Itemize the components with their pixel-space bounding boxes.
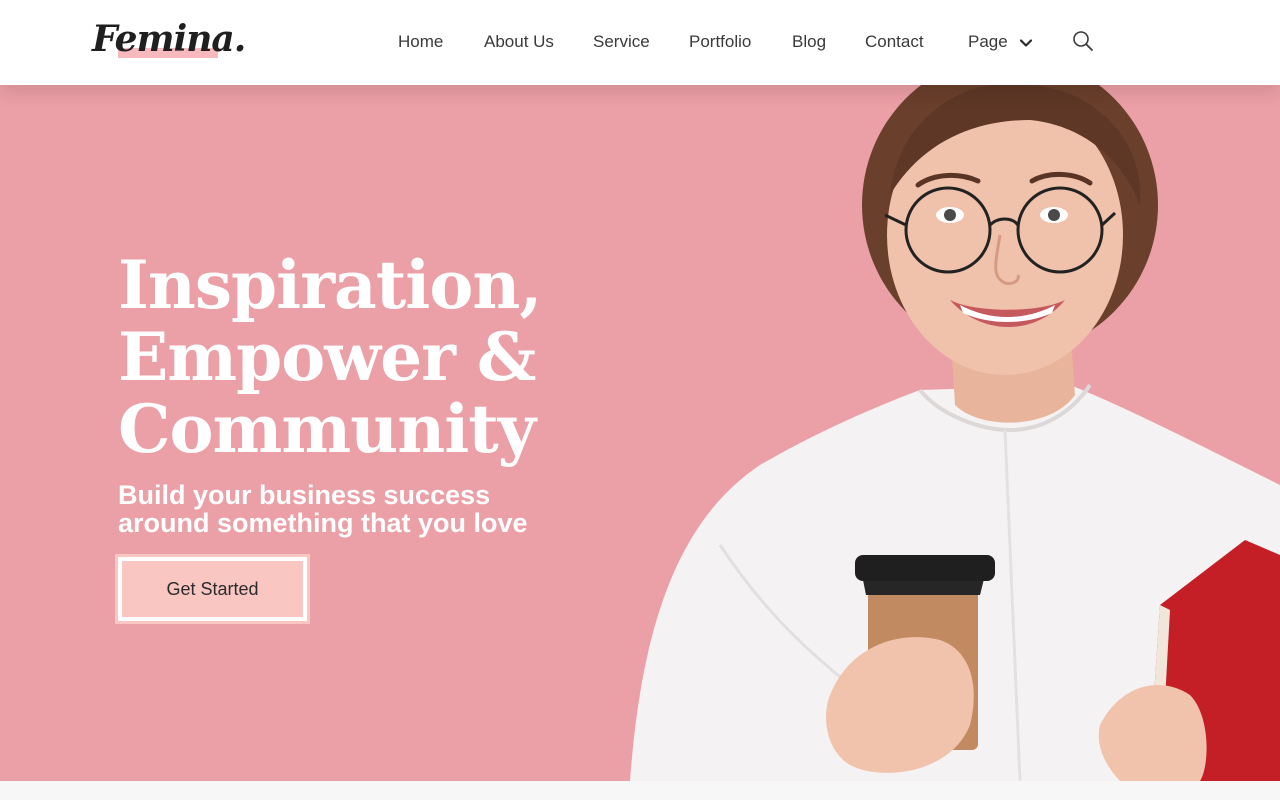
hero-subheading: Build your business success around somet… [118, 481, 678, 537]
site-header: Femina. Home About Us Service Portfolio … [0, 0, 1280, 85]
headline-line-3: Community [118, 390, 536, 468]
hero-section: Inspiration, Empower & Community Build y… [0, 85, 1280, 781]
nav-blog[interactable]: Blog [792, 31, 826, 53]
headline-line-2: Empower & [118, 318, 536, 396]
page-bottom-strip [0, 781, 1280, 800]
subhead-line-1: Build your business success [118, 480, 491, 510]
nav-about-us[interactable]: About Us [484, 31, 554, 53]
hero-headline: Inspiration, Empower & Community [118, 249, 638, 465]
headline-line-1: Inspiration, [118, 246, 542, 324]
nav-contact[interactable]: Contact [865, 31, 924, 53]
nav-portfolio[interactable]: Portfolio [689, 31, 751, 53]
nav-service[interactable]: Service [593, 31, 650, 53]
search-icon [1073, 31, 1093, 51]
search-button[interactable] [1072, 30, 1096, 54]
subhead-line-2: around something that you love [118, 508, 528, 538]
chevron-down-icon [1020, 38, 1033, 47]
nav-page-label: Page [968, 32, 1008, 51]
nav-page-dropdown[interactable]: Page [968, 31, 1033, 53]
main-nav: Home About Us Service Portfolio Blog Con… [0, 0, 1280, 85]
get-started-button[interactable]: Get Started [115, 554, 310, 624]
nav-home[interactable]: Home [398, 31, 443, 53]
hero-woman-photo [630, 85, 1280, 781]
